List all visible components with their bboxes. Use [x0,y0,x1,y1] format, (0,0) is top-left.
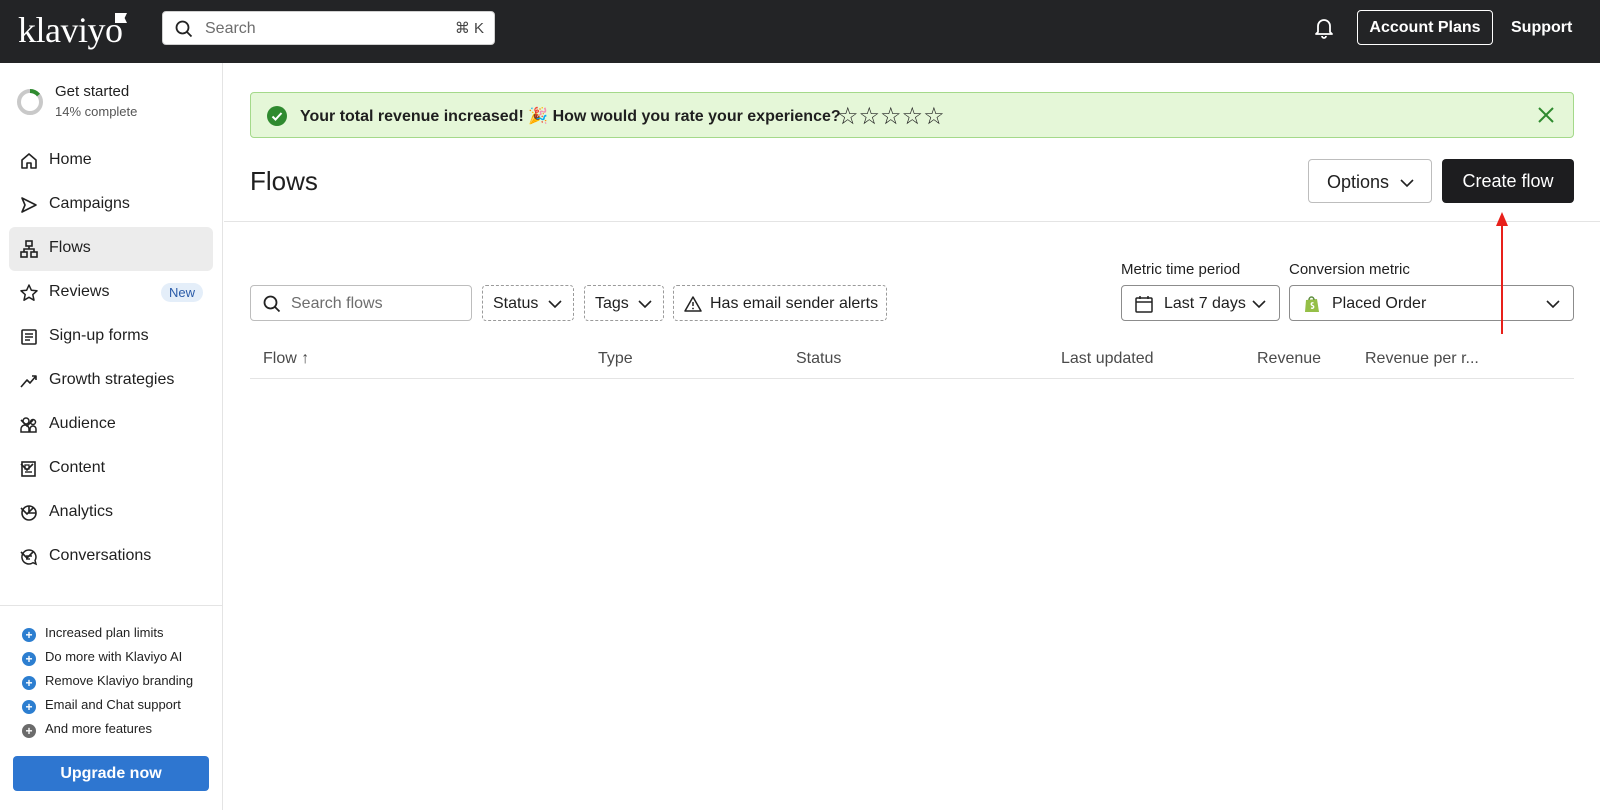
sidebar-item-label: Conversations [49,547,152,564]
header-divider [224,221,1600,222]
email-sender-alerts-filter[interactable]: Has email sender alerts [673,285,887,321]
sidebar-item-reviews[interactable]: Reviews New [9,271,213,315]
revenue-banner: Your total revenue increased! 🎉 How woul… [250,92,1574,138]
options-button[interactable]: Options [1308,159,1432,203]
chevron-down-icon [20,463,34,472]
search-shortcut: ⌘ K [454,20,484,37]
annotation-arrow-icon [1496,212,1508,334]
sidebar-item-signup-forms[interactable]: Sign-up forms [9,315,213,359]
plus-icon: + [22,676,36,690]
chevron-down-icon [20,419,34,428]
sidebar: Get started 14% complete Home Campaigns … [0,63,223,810]
klaviyo-logo[interactable]: klaviyo [18,10,123,50]
chevron-down-icon [1400,179,1414,188]
progress-ring-icon [17,89,43,115]
notifications-bell-icon[interactable] [1314,17,1334,39]
plus-icon: + [22,700,36,714]
feature-item: + Email and Chat support [22,697,181,714]
tags-filter-label: Tags [595,295,629,312]
feature-item: + And more features [22,721,152,738]
options-button-label: Options [1327,172,1390,192]
plus-icon: + [22,724,36,738]
page-title: Flows [250,166,318,196]
get-started-title: Get started [55,83,130,100]
flows-icon [20,240,38,258]
top-bar: klaviyo Search ⌘ K Account Plans Support [0,0,1600,63]
form-icon [21,329,37,345]
sidebar-item-analytics[interactable]: Analytics [9,491,213,535]
status-filter[interactable]: Status [482,285,574,321]
sidebar-item-label: Content [49,459,106,476]
get-started-progress: 14% complete [55,104,138,119]
email-sender-alerts-label: Has email sender alerts [710,295,879,312]
metric-time-period-select[interactable]: Last 7 days [1121,285,1280,321]
chevron-down-icon [1252,300,1266,309]
sidebar-item-label: Audience [49,415,116,432]
chevron-down-icon [20,507,34,516]
column-header-last-updated[interactable]: Last updated [1061,350,1154,368]
sidebar-divider [0,605,222,606]
plus-icon: + [22,628,36,642]
global-search-input[interactable]: Search ⌘ K [162,11,495,45]
conversion-metric-select[interactable]: Placed Order [1289,285,1574,321]
sidebar-item-label: Reviews [49,283,110,300]
send-icon [21,197,37,213]
sidebar-item-label: Home [49,151,92,168]
warning-icon [684,296,702,312]
column-header-revenue-per-recipient[interactable]: Revenue per r... [1365,350,1479,368]
chevron-down-icon [20,551,34,560]
sidebar-item-label: Sign-up forms [49,327,149,344]
star-icon [20,284,38,301]
logo-flag-icon [115,13,127,23]
chevron-down-icon [548,300,562,309]
banner-message: Your total revenue increased! 🎉 How woul… [300,108,841,125]
tags-filter[interactable]: Tags [584,285,664,321]
metric-time-period-value: Last 7 days [1164,295,1246,312]
column-header-status[interactable]: Status [796,350,841,368]
sidebar-item-growth-strategies[interactable]: Growth strategies [9,359,213,403]
conversion-metric-value: Placed Order [1332,295,1427,312]
sidebar-item-label: Campaigns [49,195,130,212]
sidebar-item-label: Analytics [49,503,114,520]
account-plans-button[interactable]: Account Plans [1357,10,1493,45]
create-flow-button[interactable]: Create flow [1442,159,1574,203]
home-icon [21,153,37,169]
search-flows-input[interactable]: Search flows [250,285,472,321]
sidebar-item-flows[interactable]: Flows [9,227,213,271]
sidebar-item-conversations[interactable]: Conversations [9,535,213,579]
feature-item: + Do more with Klaviyo AI [22,649,182,666]
search-flows-placeholder: Search flows [291,295,383,312]
table-header-divider [250,378,1574,379]
upgrade-now-button[interactable]: Upgrade now [13,756,209,791]
column-header-revenue[interactable]: Revenue [1257,350,1321,368]
search-icon [263,295,281,313]
column-header-flow[interactable]: Flow ↑ [263,350,309,368]
sidebar-item-audience[interactable]: Audience [9,403,213,447]
feature-item: + Increased plan limits [22,625,164,642]
trend-icon [20,375,37,388]
metric-time-period-label: Metric time period [1121,261,1241,278]
shopify-icon [1305,296,1319,312]
sidebar-item-content[interactable]: Content [9,447,213,491]
search-placeholder: Search [205,20,256,37]
chevron-down-icon [638,300,652,309]
check-circle-icon [267,106,287,126]
column-header-type[interactable]: Type [598,350,633,368]
status-filter-label: Status [493,295,539,312]
sidebar-item-home[interactable]: Home [9,139,213,183]
sidebar-item-campaigns[interactable]: Campaigns [9,183,213,227]
conversion-metric-label: Conversion metric [1289,261,1410,278]
calendar-icon [1135,296,1153,313]
support-link[interactable]: Support [1511,19,1572,37]
plus-icon: + [22,652,36,666]
sidebar-item-label: Flows [49,239,91,256]
chevron-down-icon [1546,300,1560,309]
close-icon[interactable] [1537,106,1555,124]
sidebar-item-label: Growth strategies [49,371,175,388]
new-badge: New [160,283,203,302]
search-icon [175,20,193,38]
feature-item: + Remove Klaviyo branding [22,673,193,690]
star-rating[interactable]: ☆☆☆☆☆ [837,102,945,131]
